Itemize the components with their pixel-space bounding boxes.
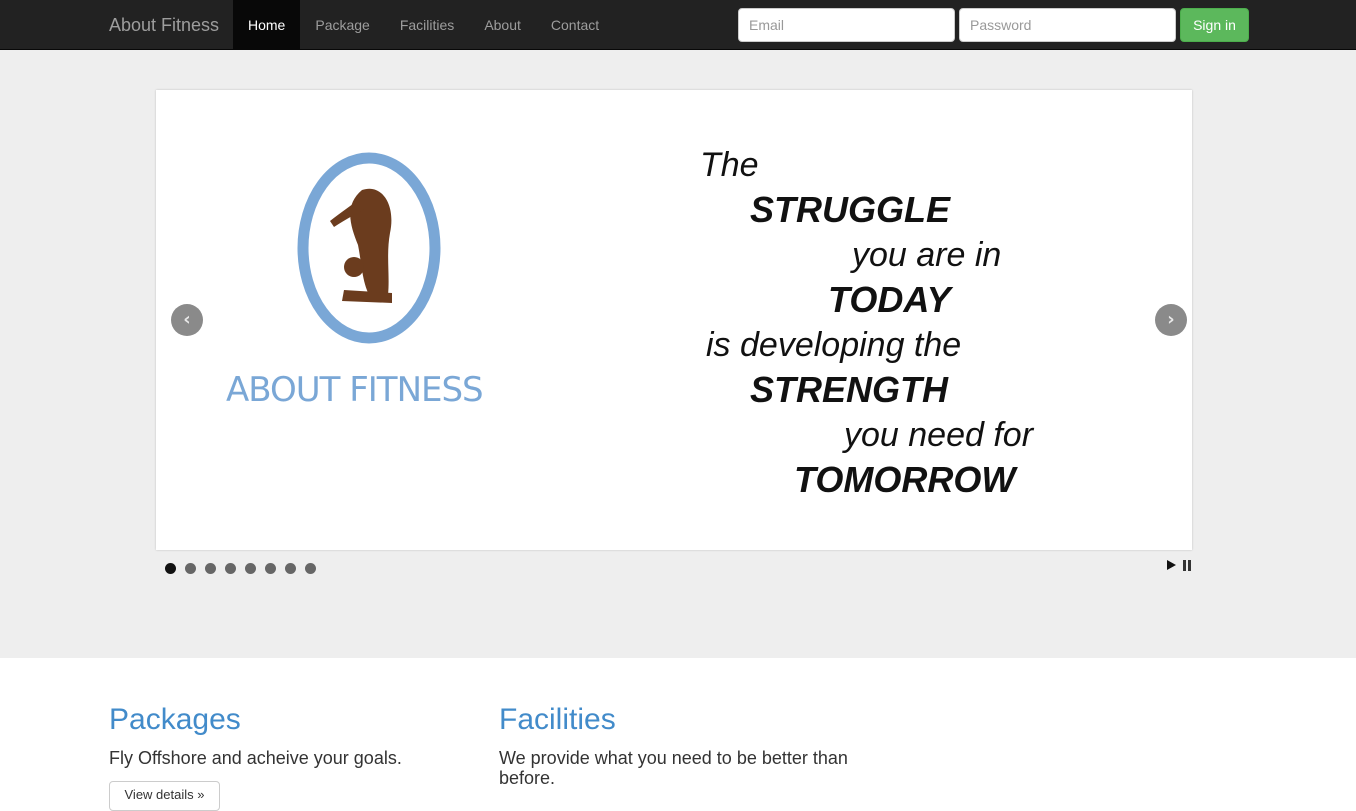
carousel-next-button[interactable]: › xyxy=(1155,304,1187,336)
nav-item-facilities[interactable]: Facilities xyxy=(385,0,469,50)
quote-line-3: you are in xyxy=(850,236,1001,274)
sign-in-button[interactable]: Sign in xyxy=(1180,8,1249,42)
quote-line-8: TOMORROW xyxy=(794,459,1018,500)
view-details-button[interactable]: View details » xyxy=(109,781,220,811)
carousel-dot-7[interactable] xyxy=(285,563,296,574)
nav-item-about[interactable]: About xyxy=(469,0,536,50)
carousel-dot-8[interactable] xyxy=(305,563,316,574)
carousel-dot-5[interactable] xyxy=(245,563,256,574)
quote-line-7: you need for xyxy=(842,416,1035,454)
email-field[interactable] xyxy=(738,8,955,42)
carousel-dot-4[interactable] xyxy=(225,563,236,574)
feature-text: Fly Offshore and acheive your goals. xyxy=(109,748,402,768)
feature-title: Facilities xyxy=(499,703,616,736)
nav-item-package[interactable]: Package xyxy=(300,0,384,50)
motivational-quote: The STRUGGLE you are in TODAY is develop… xyxy=(700,146,1035,500)
nav-item-contact[interactable]: Contact xyxy=(536,0,614,50)
feature-title: Packages xyxy=(109,703,241,736)
password-field[interactable] xyxy=(959,8,1176,42)
quote-line-6: STRENGTH xyxy=(750,369,949,410)
quote-line-1: The xyxy=(700,146,759,184)
feature-facilities: Facilities We provide what you need to b… xyxy=(499,700,859,788)
play-icon[interactable] xyxy=(1167,560,1176,570)
main-nav: Home Package Facilities About Contact xyxy=(233,0,614,50)
feature-packages: Packages Fly Offshore and acheive your g… xyxy=(109,700,469,768)
carousel-indicators xyxy=(165,563,325,574)
feature-text: We provide what you need to be better th… xyxy=(499,748,848,788)
carousel-dot-3[interactable] xyxy=(205,563,216,574)
quote-line-4: TODAY xyxy=(828,279,954,320)
brand-link[interactable]: About Fitness xyxy=(109,0,219,50)
carousel-slide[interactable]: ABOUT FITNESS The STRUGGLE you are in TO… xyxy=(156,90,1192,550)
nav-item-home[interactable]: Home xyxy=(233,0,301,50)
pause-icon[interactable] xyxy=(1183,560,1192,571)
top-navbar: About Fitness Home Package Facilities Ab… xyxy=(0,0,1356,50)
carousel-dot-2[interactable] xyxy=(185,563,196,574)
chevron-right-icon: › xyxy=(1167,309,1175,330)
carousel-dot-1[interactable] xyxy=(165,563,176,574)
carousel-prev-button[interactable]: ‹ xyxy=(171,304,203,336)
quote-line-2: STRUGGLE xyxy=(750,189,951,230)
quote-line-5: is developing the xyxy=(706,326,961,364)
carousel-dot-6[interactable] xyxy=(265,563,276,574)
chevron-left-icon: ‹ xyxy=(183,309,191,330)
